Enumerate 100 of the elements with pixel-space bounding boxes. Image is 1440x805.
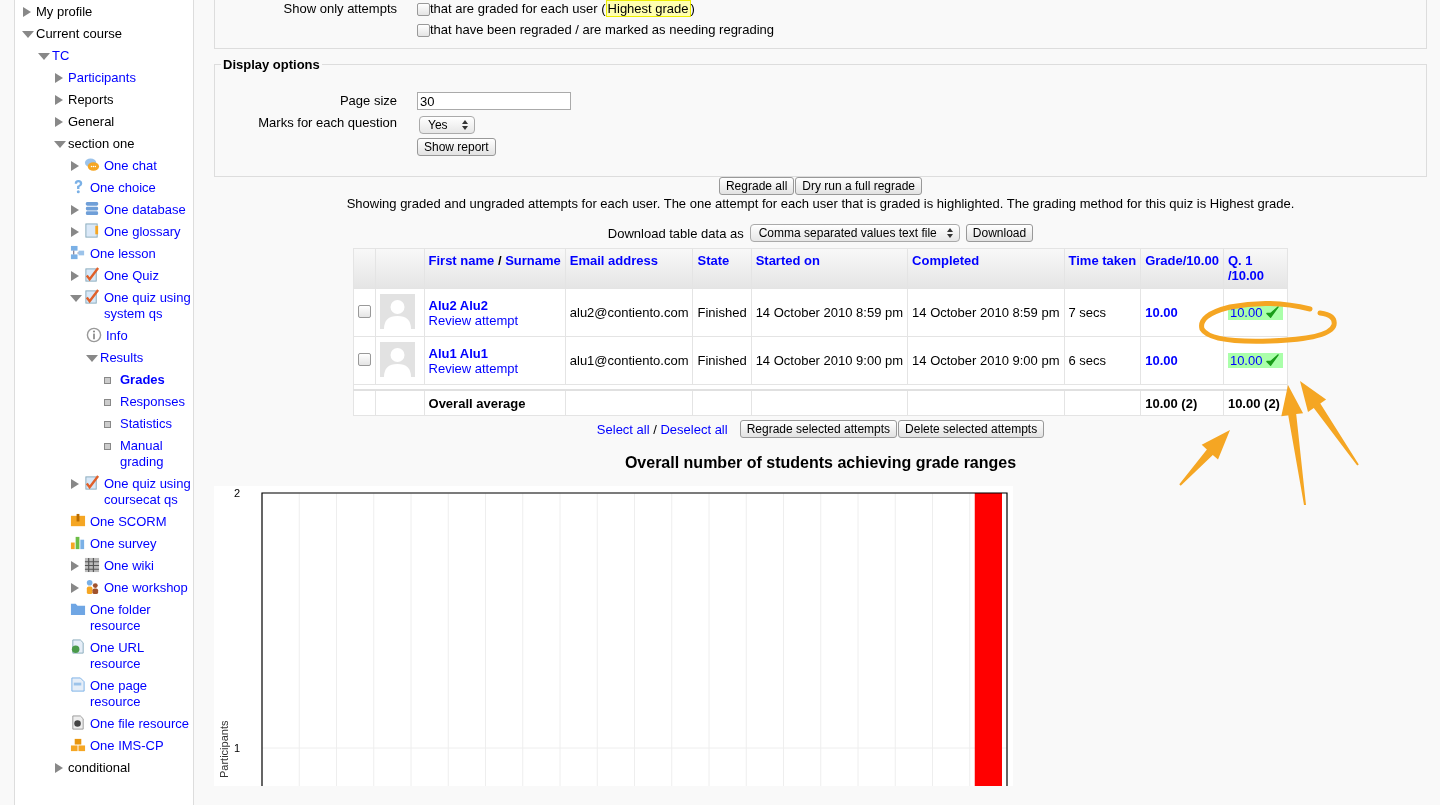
sidebar-item[interactable]: General xyxy=(68,114,115,130)
sidebar-link[interactable]: One chat xyxy=(104,158,157,174)
y-axis-label: Participants xyxy=(218,720,230,778)
student-name-link[interactable]: Alu1 Alu1 xyxy=(428,345,561,361)
sidebar-item[interactable]: Reports xyxy=(68,92,114,108)
separator-text: / xyxy=(496,253,503,268)
sidebar-link[interactable]: One workshop xyxy=(104,580,188,596)
expand-arrow-icon[interactable] xyxy=(55,73,63,83)
expand-arrow-icon[interactable] xyxy=(71,583,79,593)
sidebar-link[interactable]: Info xyxy=(106,328,128,344)
chart-title: Overall number of students achieving grade ranges xyxy=(623,454,1018,472)
table-cell: 14 October 2010 8:59 pm xyxy=(751,288,908,337)
sidebar-link[interactable]: One SCORM xyxy=(90,514,167,530)
sidebar-link[interactable]: One wiki xyxy=(104,558,154,574)
expand-arrow-icon[interactable] xyxy=(55,763,63,773)
file-icon xyxy=(70,715,86,731)
table-cell: 14 October 2010 9:00 pm xyxy=(751,336,908,385)
globe-page-icon xyxy=(70,639,86,655)
book-icon xyxy=(84,223,100,239)
checkbox[interactable] xyxy=(357,352,371,366)
attempts-button[interactable]: Regrade selected attempts xyxy=(739,420,898,438)
sidebar-link[interactable]: One quiz using coursecat qs xyxy=(104,476,192,508)
collapse-arrow-icon[interactable] xyxy=(86,355,98,362)
checklist-icon xyxy=(84,475,100,491)
sidebar-link[interactable]: One page resource xyxy=(90,678,192,710)
format-dropdown[interactable]: Comma separated values text file xyxy=(749,224,960,242)
sidebar-link[interactable]: Results xyxy=(100,350,144,366)
folder-icon xyxy=(70,601,86,617)
expand-arrow-icon[interactable] xyxy=(23,7,31,17)
collapse-arrow-icon[interactable] xyxy=(22,31,34,38)
sidebar-link[interactable]: One Quiz xyxy=(104,268,159,284)
sidebar-link[interactable]: One lesson xyxy=(90,246,156,262)
deselect-all-link[interactable]: Deselect all xyxy=(660,421,728,437)
bullet-icon xyxy=(104,443,111,450)
review-attempt-link[interactable]: Review attempt xyxy=(428,360,561,376)
sort-link[interactable]: Email address xyxy=(569,253,658,268)
regrade-button[interactable]: Regrade all xyxy=(718,177,795,195)
sidebar-link[interactable]: One survey xyxy=(90,536,157,552)
dropdown[interactable]: Yes xyxy=(419,116,475,134)
sort-link[interactable]: First name xyxy=(428,253,495,268)
sidebar-link[interactable]: One URL resource xyxy=(90,640,192,672)
download-button[interactable]: Download xyxy=(965,224,1034,242)
sidebar-link[interactable]: One folder resource xyxy=(90,602,192,634)
expand-arrow-icon[interactable] xyxy=(55,117,63,127)
select-all-link[interactable]: Select all xyxy=(596,421,650,437)
sidebar-link[interactable]: Grades xyxy=(120,372,165,388)
student-name-link[interactable]: Alu2 Alu2 xyxy=(428,297,561,313)
info-icon xyxy=(86,327,102,343)
database-icon xyxy=(84,201,100,217)
sidebar-link[interactable]: Responses xyxy=(120,394,186,410)
download-label: Download table data as xyxy=(607,225,744,241)
updown-arrows-icon xyxy=(461,120,468,130)
checkbox[interactable] xyxy=(417,23,430,37)
grid-icon xyxy=(84,557,100,573)
sidebar-link[interactable]: One choice xyxy=(90,180,156,196)
checkmark-icon xyxy=(1266,306,1280,319)
input-field[interactable]: 30 xyxy=(417,92,571,110)
info-text: Showing graded and ungraded attempts for each user. The one attempt for each user that is graded is highlighted. The grading method for this quiz is Highest grade. xyxy=(345,196,1296,211)
expand-arrow-icon[interactable] xyxy=(55,95,63,105)
show-report-button[interactable]: Show report xyxy=(417,138,496,156)
sidebar-item[interactable]: Current course xyxy=(36,26,122,42)
sort-link[interactable]: Surname xyxy=(505,253,561,268)
checkbox[interactable] xyxy=(417,2,430,16)
checkbox-label: that are graded for each user (Highest grade) xyxy=(430,0,695,18)
table-cell: Finished xyxy=(693,336,752,385)
sidebar-link[interactable]: One IMS-CP xyxy=(90,738,164,754)
sidebar-item[interactable]: conditional xyxy=(68,760,131,776)
sidebar-link[interactable]: Participants xyxy=(68,70,136,86)
checkbox-label: that have been regraded / are marked as needing regrading xyxy=(430,21,774,39)
bar-chart-icon xyxy=(70,535,86,551)
collapse-arrow-icon[interactable] xyxy=(38,53,50,60)
sidebar-link[interactable]: Manual grading xyxy=(120,438,192,470)
package-icon xyxy=(70,513,86,529)
sidebar-link[interactable]: One database xyxy=(104,202,186,218)
attempts-button[interactable]: Delete selected attempts xyxy=(898,420,1045,438)
sort-link[interactable]: Started on xyxy=(755,253,820,268)
sort-link[interactable]: State xyxy=(697,253,730,268)
table-cell: 14 October 2010 9:00 pm xyxy=(907,336,1064,385)
sidebar-link[interactable]: TC xyxy=(52,48,70,64)
table-cell: 7 secs xyxy=(1064,288,1141,337)
sidebar-link[interactable]: One glossary xyxy=(104,224,181,240)
sidebar-item[interactable]: section one xyxy=(68,136,135,152)
sidebar-item[interactable]: My profile xyxy=(36,4,93,20)
checkbox[interactable] xyxy=(357,304,371,318)
regrade-button[interactable]: Dry run a full regrade xyxy=(795,177,923,195)
sort-link[interactable]: Grade/10.00 xyxy=(1145,253,1219,268)
sort-link[interactable]: Time taken xyxy=(1068,253,1137,268)
document-icon xyxy=(70,677,86,693)
table-cell: alu1@contiento.com xyxy=(565,336,693,385)
review-attempt-link[interactable]: Review attempt xyxy=(428,312,561,328)
sort-link[interactable]: Completed xyxy=(912,253,980,268)
y-tick-label: 2 xyxy=(233,487,240,499)
avatar-icon xyxy=(379,341,415,377)
sidebar-link[interactable]: One file resource xyxy=(90,716,189,732)
sidebar-link[interactable]: One quiz using system qs xyxy=(104,290,192,322)
sidebar-link[interactable]: Statistics xyxy=(120,416,172,432)
sort-link[interactable]: Q. 1 /10.00 xyxy=(1227,253,1280,283)
updown-arrows-icon xyxy=(946,228,953,238)
question-mark-link[interactable]: 10.00 xyxy=(1227,353,1284,368)
collapse-arrow-icon[interactable] xyxy=(54,141,66,148)
